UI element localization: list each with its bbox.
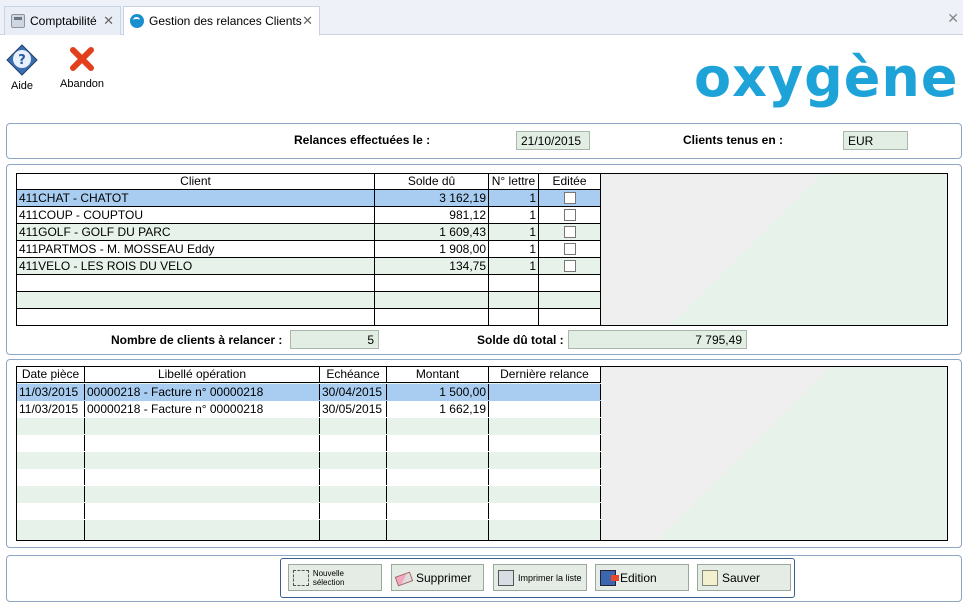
column-header-solde[interactable]: Solde dû xyxy=(375,174,489,190)
column-header-relance[interactable]: Dernière relance xyxy=(489,367,601,383)
abandon-button[interactable]: Abandon xyxy=(60,44,104,90)
clients-count-field: 5 xyxy=(290,330,379,349)
tab-comptabilite[interactable]: Comptabilité ✕ xyxy=(4,6,121,35)
empty-row xyxy=(17,486,601,503)
editee-checkbox[interactable] xyxy=(563,209,576,221)
printer-icon xyxy=(498,569,514,586)
tab-label: Comptabilité xyxy=(30,14,97,28)
empty-row xyxy=(17,418,601,435)
eraser-icon xyxy=(394,571,414,587)
help-button[interactable]: ? Aide xyxy=(6,44,38,92)
empty-row xyxy=(17,503,601,520)
header-panel xyxy=(6,123,962,159)
total-due-label: Solde dû total : xyxy=(477,333,564,347)
relances-date-label: Relances effectuées le : xyxy=(294,133,431,147)
table-row[interactable]: 411PARTMOS - M. MOSSEAU Eddy 1 908,00 1 xyxy=(17,241,601,258)
tab-label: Gestion des relances Clients xyxy=(149,14,302,28)
tab-gestion-relances[interactable]: Gestion des relances Clients ✕ xyxy=(123,6,320,36)
relances-date-field: 21/10/2015 xyxy=(516,131,590,150)
column-header-lettre[interactable]: N° lettre xyxy=(489,174,539,190)
edit-pencil-icon xyxy=(702,569,718,586)
editee-checkbox[interactable] xyxy=(563,226,576,238)
empty-row xyxy=(17,452,601,469)
table-row[interactable]: 411GOLF - GOLF DU PARC 1 609,43 1 xyxy=(17,224,601,241)
selection-icon xyxy=(293,569,309,586)
table-row[interactable]: 11/03/2015 00000218 - Facture n° 0000021… xyxy=(17,401,601,418)
help-label: Aide xyxy=(10,80,34,92)
save-button[interactable]: Sauver xyxy=(697,564,791,591)
help-icon: ? xyxy=(6,44,38,76)
editee-checkbox[interactable] xyxy=(563,243,576,255)
empty-row xyxy=(17,520,601,540)
table-row[interactable]: 11/03/2015 00000218 - Facture n° 0000021… xyxy=(17,384,601,401)
clients-grid: Client Solde dû N° lettre Editée 411CHAT… xyxy=(16,173,948,326)
clients-grid-header: Client Solde dû N° lettre Editée xyxy=(17,174,601,190)
editee-checkbox[interactable] xyxy=(563,260,576,272)
total-due-field: 7 795,49 xyxy=(568,330,747,349)
currency-field: EUR xyxy=(843,131,908,150)
pieces-grid-header: Date pièce Libellé opération Echéance Mo… xyxy=(17,367,601,383)
calculator-icon xyxy=(11,14,25,28)
table-row[interactable]: 411VELO - LES ROIS DU VELO 134,75 1 xyxy=(17,258,601,275)
new-selection-button[interactable]: Nouvelle sélection xyxy=(288,564,382,591)
column-header-echeance[interactable]: Echéance xyxy=(320,367,387,383)
empty-row xyxy=(17,275,601,292)
close-icon[interactable]: ✕ xyxy=(302,13,313,29)
close-all-icon[interactable]: ✕ xyxy=(947,10,959,27)
editee-checkbox[interactable] xyxy=(563,192,576,204)
currency-label: Clients tenus en : xyxy=(683,133,784,147)
column-header-libelle[interactable]: Libellé opération xyxy=(85,367,320,383)
oxygene-logo: oxygène xyxy=(694,46,959,109)
print-list-button[interactable]: Imprimer la liste xyxy=(493,564,587,591)
delete-button[interactable]: Supprimer xyxy=(391,564,484,591)
abandon-label: Abandon xyxy=(60,78,105,90)
table-row[interactable]: 411CHAT - CHATOT 3 162,19 1 xyxy=(17,190,601,207)
column-header-montant[interactable]: Montant xyxy=(387,367,489,383)
edition-icon xyxy=(600,569,619,586)
cancel-x-icon xyxy=(70,47,95,71)
empty-row xyxy=(17,435,601,452)
pieces-grid: Date pièce Libellé opération Echéance Mo… xyxy=(16,366,948,541)
edition-button[interactable]: Edition xyxy=(595,564,689,591)
close-icon[interactable]: ✕ xyxy=(103,13,114,29)
column-header-editee[interactable]: Editée xyxy=(539,174,601,190)
empty-row xyxy=(17,292,601,309)
oxygene-icon xyxy=(130,14,144,28)
empty-row xyxy=(17,309,601,325)
tab-strip: Comptabilité ✕ Gestion des relances Clie… xyxy=(0,0,963,36)
column-header-client[interactable]: Client xyxy=(17,174,375,190)
clients-count-label: Nombre de clients à relancer : xyxy=(111,333,283,347)
svg-text:?: ? xyxy=(18,53,26,68)
empty-row xyxy=(17,469,601,486)
table-row[interactable]: 411COUP - COUPTOU 981,12 1 xyxy=(17,207,601,224)
column-header-date[interactable]: Date pièce xyxy=(17,367,85,383)
